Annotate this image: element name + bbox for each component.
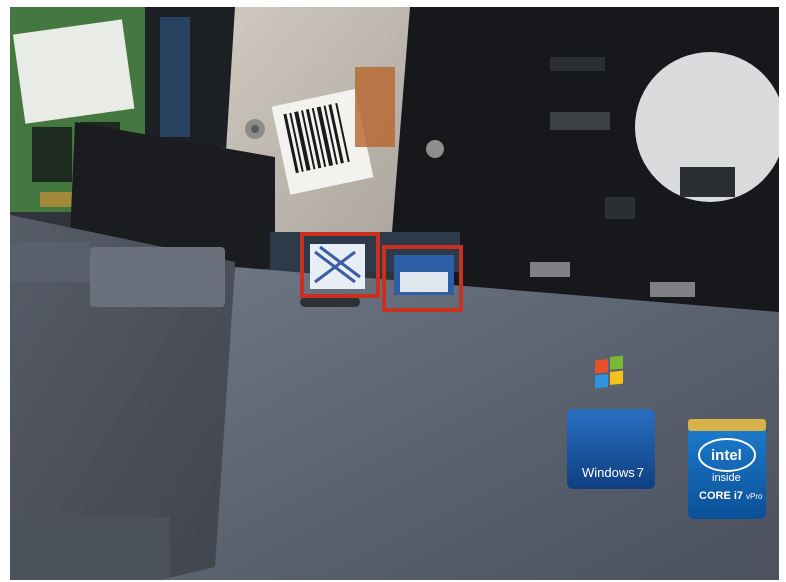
laptop-disassembly-photo: Windows 7 intel inside CORE i7 vPro bbox=[10, 7, 779, 580]
photo-canvas: Windows 7 intel inside CORE i7 vPro bbox=[10, 7, 779, 580]
intel-brand: intel bbox=[711, 447, 742, 464]
screw-icon bbox=[426, 140, 444, 158]
lower-button bbox=[10, 517, 170, 580]
windows-logo-text: Windows 7 bbox=[582, 465, 644, 480]
intel-inside: inside bbox=[712, 472, 741, 484]
panel-slot bbox=[300, 297, 360, 307]
right-ribbon-cable bbox=[394, 255, 454, 295]
intel-sticker: intel inside CORE i7 vPro bbox=[688, 419, 766, 519]
touchpad-button bbox=[90, 247, 225, 307]
left-button bbox=[10, 242, 90, 282]
left-ribbon-cable bbox=[310, 244, 365, 289]
intel-vpro: vPro bbox=[746, 492, 763, 501]
palmrest-panel bbox=[160, 267, 779, 580]
ram-label-sticker bbox=[12, 19, 135, 124]
intel-core: CORE i7 bbox=[699, 490, 743, 502]
